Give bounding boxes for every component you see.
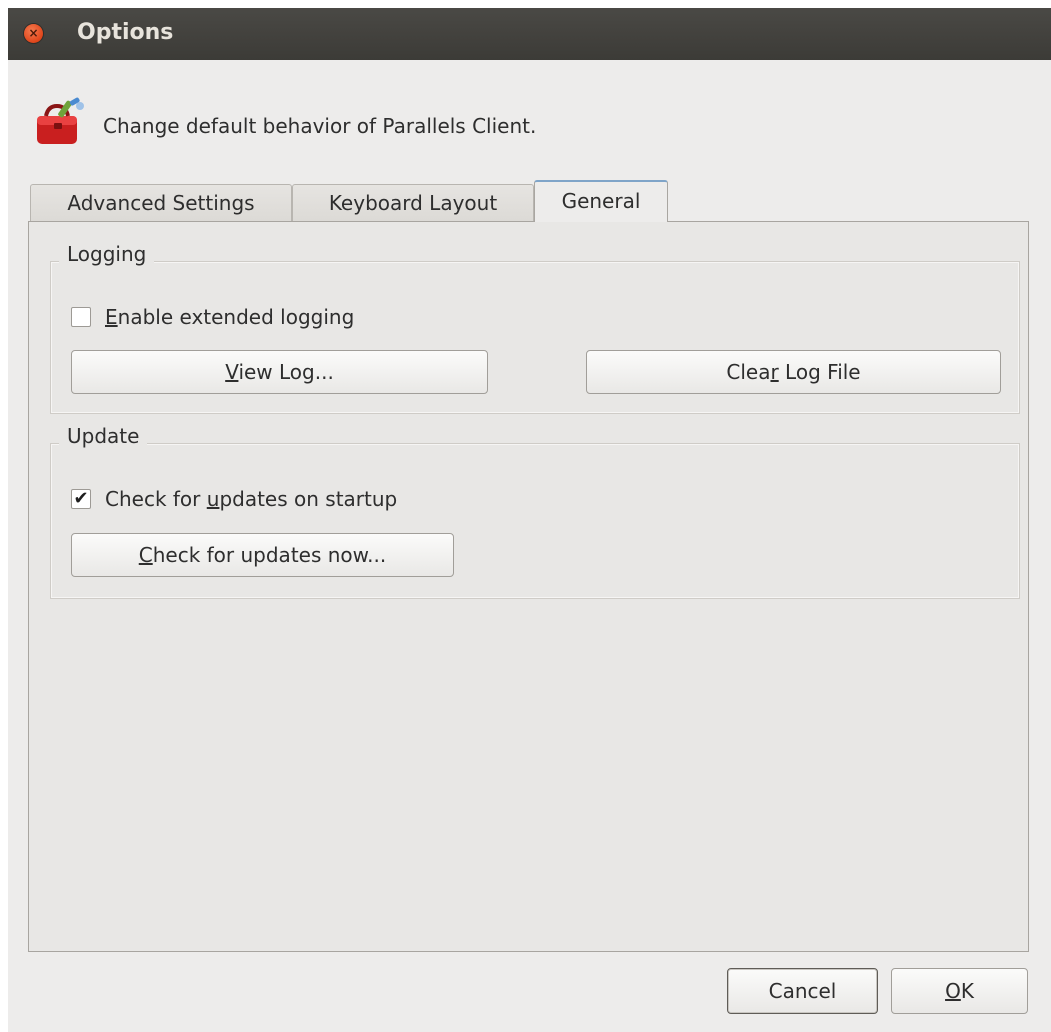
checkbox-box[interactable]: ✔: [71, 489, 91, 509]
window-title: Options: [77, 20, 174, 45]
header-description: Change default behavior of Parallels Cli…: [103, 114, 537, 138]
clear-log-file-button[interactable]: Clear Log File: [586, 350, 1001, 394]
check-updates-on-startup-checkbox[interactable]: ✔ Check for updates on startup: [71, 486, 397, 512]
tab-label: Advanced Settings: [67, 191, 255, 215]
general-tab-panel: Logging Enable extended logging View Log…: [28, 221, 1029, 952]
ok-button[interactable]: OK: [891, 968, 1028, 1014]
tab-label: General: [561, 189, 641, 213]
cancel-button[interactable]: Cancel: [727, 968, 878, 1014]
check-for-updates-now-button[interactable]: Check for updates now...: [71, 533, 454, 577]
checkbox-box[interactable]: [71, 307, 91, 327]
tab-advanced-settings[interactable]: Advanced Settings: [30, 184, 292, 221]
enable-extended-logging-label: Enable extended logging: [105, 305, 355, 329]
check-updates-on-startup-label: Check for updates on startup: [105, 487, 398, 511]
toolbox-icon: [37, 97, 84, 144]
close-window-button[interactable]: ×: [24, 24, 43, 43]
close-icon: ×: [28, 26, 39, 40]
tab-general[interactable]: General: [534, 180, 668, 222]
checkmark-icon: ✔: [73, 488, 89, 509]
update-group-title: Update: [59, 424, 148, 448]
options-dialog: × Options Change default behavior of Par…: [8, 8, 1051, 1032]
tab-label: Keyboard Layout: [328, 191, 498, 215]
enable-extended-logging-checkbox[interactable]: Enable extended logging: [71, 304, 354, 330]
title-bar[interactable]: × Options: [8, 8, 1051, 60]
logging-group-title: Logging: [59, 242, 155, 266]
logging-group: Logging Enable extended logging View Log…: [50, 242, 1020, 414]
view-log-button[interactable]: View Log...: [71, 350, 488, 394]
update-group: Update ✔ Check for updates on startup Ch…: [50, 424, 1020, 599]
tab-keyboard-layout[interactable]: Keyboard Layout: [292, 184, 534, 221]
